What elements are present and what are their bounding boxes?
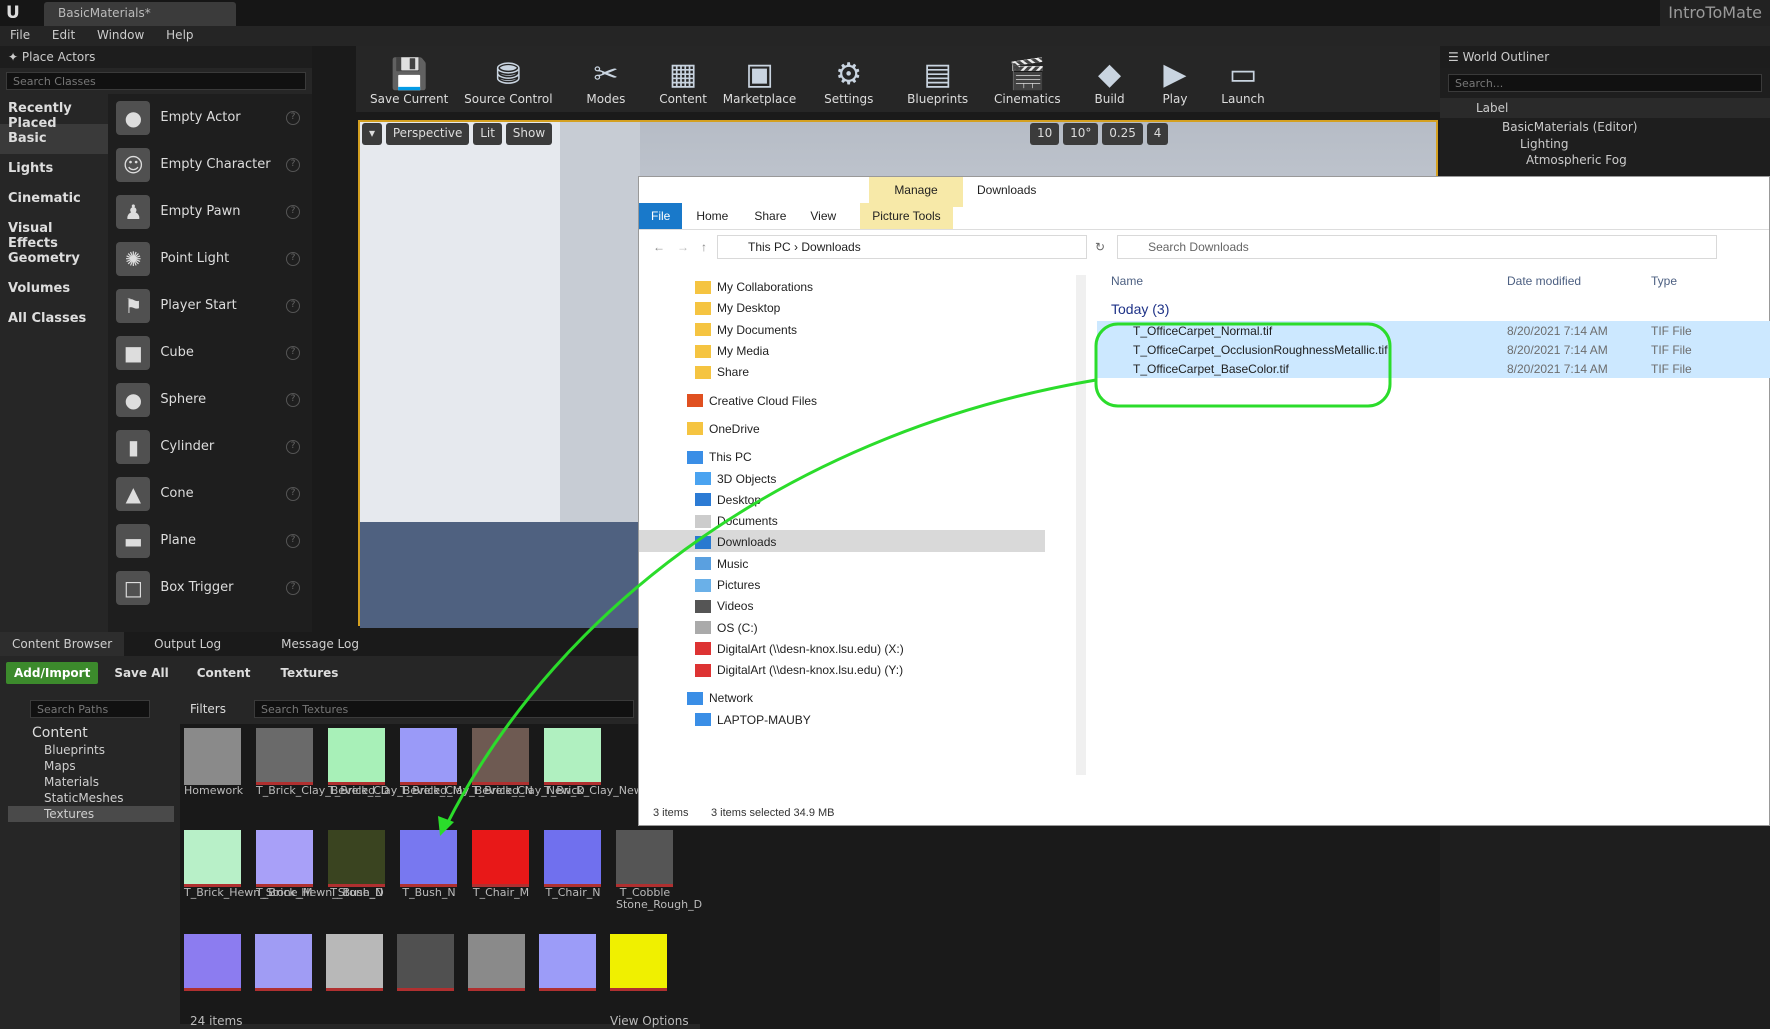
drag-arrow [444, 378, 1097, 827]
arrowhead-icon [438, 816, 454, 836]
selection-highlight-outline [1094, 322, 1392, 408]
drag-annotation-overlay [438, 322, 1392, 836]
